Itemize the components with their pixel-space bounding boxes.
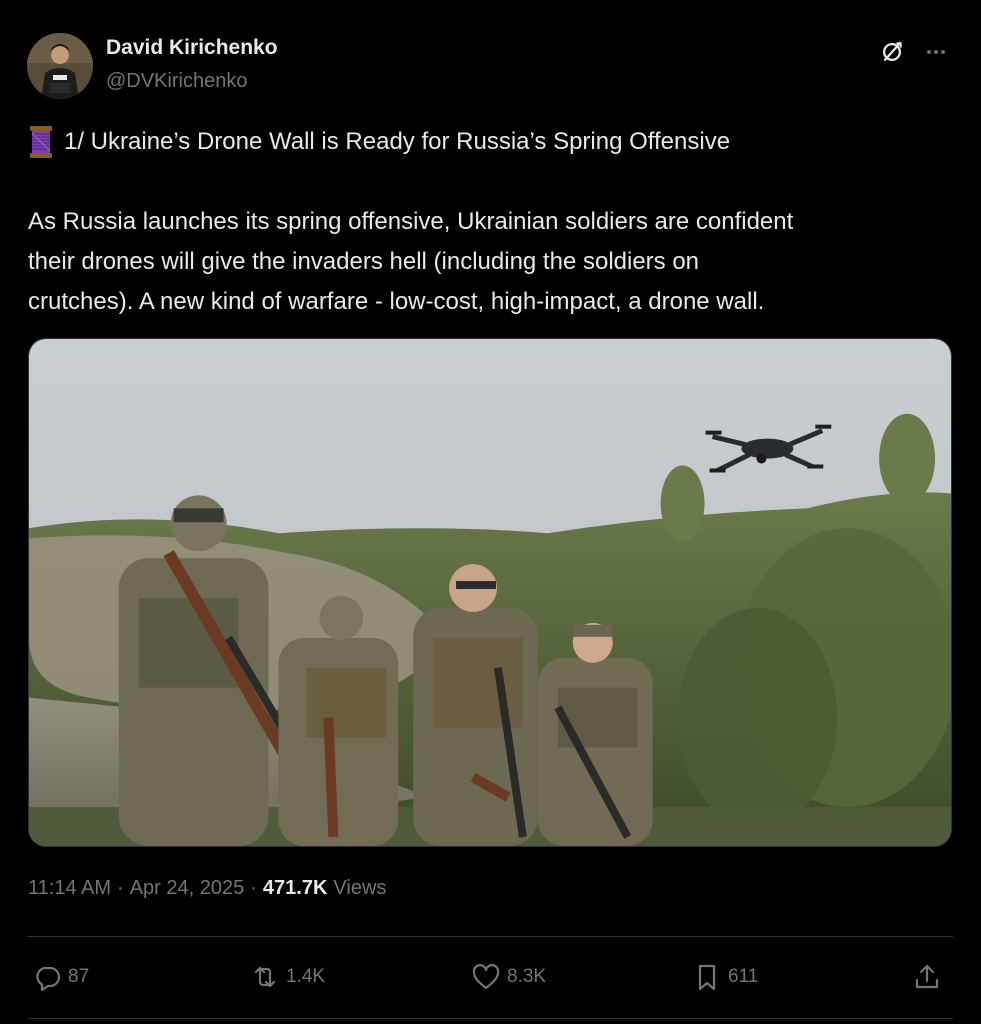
- avatar-photo-icon: [27, 33, 93, 99]
- avatar[interactable]: [27, 33, 93, 99]
- tweet-title-text: 1/ Ukraine’s Drone Wall is Ready for Rus…: [64, 128, 731, 155]
- tweet-date[interactable]: Apr 24, 2025: [130, 877, 245, 900]
- tweet-body-line: their drones will give the invaders hell…: [28, 248, 700, 275]
- thread-emoji-icon: [30, 126, 52, 158]
- share-button[interactable]: [912, 955, 948, 999]
- heart-icon: [472, 964, 500, 990]
- repost-count: 1.4K: [286, 966, 326, 987]
- tweet-title: 1/ Ukraine’s Drone Wall is Ready for Rus…: [28, 125, 730, 159]
- tweet-body-line: As Russia launches its spring offensive,…: [28, 208, 794, 235]
- bookmark-button[interactable]: 611: [692, 955, 758, 999]
- grok-button[interactable]: [876, 36, 908, 68]
- tweet-body: As Russia launches its spring offensive,…: [28, 202, 953, 322]
- divider: [28, 936, 953, 937]
- reply-button[interactable]: 87: [32, 955, 89, 999]
- more-options-button[interactable]: [920, 36, 952, 68]
- views-label: Views: [333, 877, 387, 899]
- reply-count: 87: [68, 966, 90, 987]
- author-display-name[interactable]: David Kirichenko: [106, 36, 278, 60]
- bookmark-count: 611: [728, 966, 759, 987]
- tweet-time[interactable]: 11:14 AM: [28, 877, 111, 900]
- share-icon: [915, 964, 939, 989]
- grok-icon: [882, 42, 902, 62]
- tweet-metadata: 11:14 AM · Apr 24, 2025 · 471.7K Views: [28, 877, 386, 900]
- tweet-media-photo[interactable]: [28, 338, 952, 847]
- tweet-actions-bar: 87 1.4K 8.3K 611: [28, 955, 953, 999]
- tweet-body-line: crutches). A new kind of warfare - low-c…: [28, 288, 765, 315]
- photo-soldiers-with-drone-icon: [29, 339, 951, 846]
- repost-icon: [254, 966, 276, 988]
- author-handle[interactable]: @DVKirichenko: [106, 70, 247, 93]
- reply-icon: [36, 966, 61, 992]
- more-dots-icon: [927, 50, 945, 54]
- bookmark-icon: [698, 964, 716, 991]
- like-button[interactable]: 8.3K: [471, 955, 546, 999]
- bottom-divider: [28, 1018, 953, 1019]
- views-count: 471.7K: [262, 877, 328, 899]
- meta-separator: ·: [117, 877, 124, 899]
- tweet-card: David Kirichenko @DVKirichenko 1/ Ukrain…: [0, 0, 981, 1024]
- repost-button[interactable]: 1.4K: [250, 955, 325, 999]
- meta-separator: ·: [250, 877, 257, 899]
- like-count: 8.3K: [507, 966, 547, 987]
